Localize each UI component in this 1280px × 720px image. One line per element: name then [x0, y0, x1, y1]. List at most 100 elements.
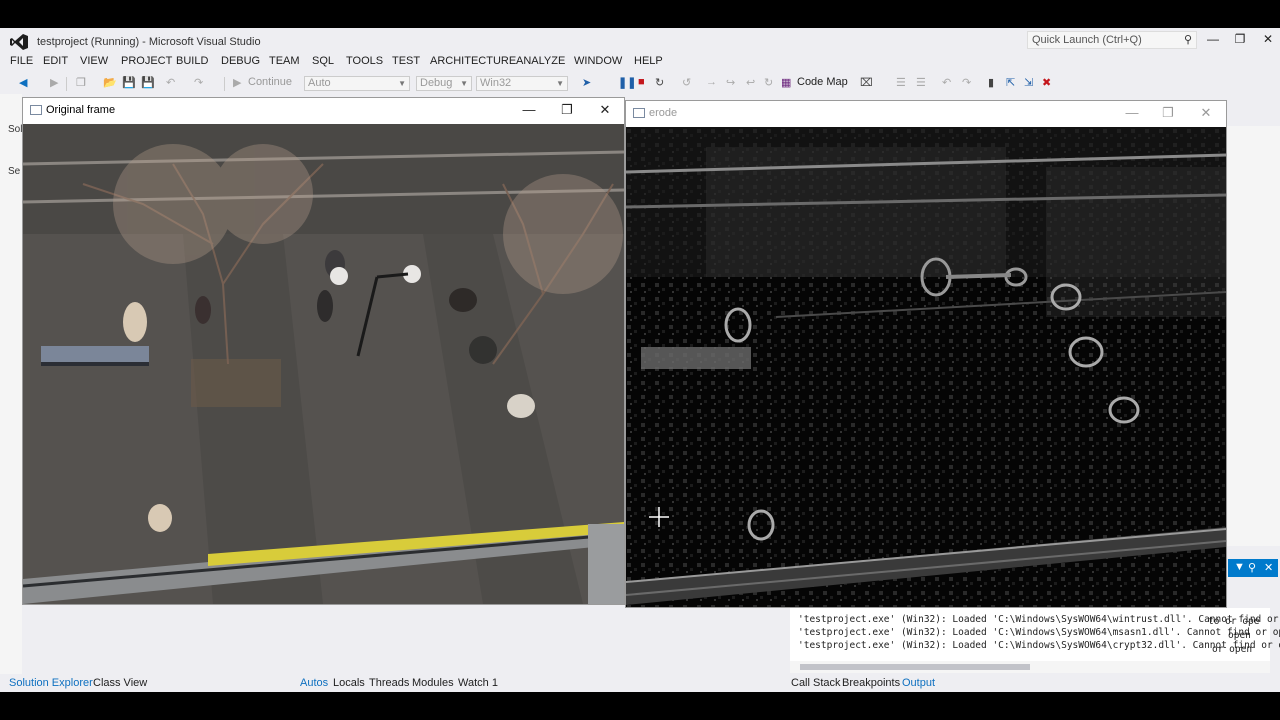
- forward-icon[interactable]: ▶: [50, 76, 58, 89]
- scrollbar-thumb[interactable]: [800, 664, 1030, 670]
- original-frame-image: [23, 124, 624, 604]
- menu-help[interactable]: HELP: [634, 55, 663, 67]
- erode-window[interactable]: erode — ❐ ✕: [625, 100, 1227, 608]
- menu-sql[interactable]: SQL: [312, 55, 334, 67]
- output-line: 'testproject.exe' (Win32): Loaded 'C:\Wi…: [798, 640, 1280, 651]
- comment-icon[interactable]: ↶: [942, 76, 951, 89]
- menu-architecture[interactable]: ARCHITECTURE: [430, 55, 516, 67]
- open-file-icon[interactable]: 📂: [103, 76, 117, 89]
- quick-launch-placeholder: Quick Launch (Ctrl+Q): [1032, 34, 1142, 46]
- maximize-button[interactable]: ❐: [557, 102, 577, 118]
- search-label-fragment: Se: [8, 166, 21, 177]
- code-map-icon[interactable]: ▦: [781, 76, 791, 89]
- menu-project[interactable]: PROJECT: [121, 55, 172, 67]
- original-frame-title: Original frame: [46, 104, 116, 116]
- window-app-icon: [633, 108, 645, 118]
- chevron-down-icon: ▼: [556, 79, 564, 88]
- visual-studio-logo-icon: [10, 34, 28, 50]
- original-frame-titlebar[interactable]: Original frame — ❐ ✕: [23, 98, 624, 124]
- save-icon[interactable]: 💾: [122, 76, 136, 89]
- visual-studio-window: testproject (Running) - Microsoft Visual…: [0, 28, 1280, 692]
- output-text-area: 'testproject.exe' (Win32): Loaded 'C:\Wi…: [790, 607, 1280, 662]
- menu-debug[interactable]: DEBUG: [221, 55, 260, 67]
- hex-display-icon[interactable]: ⌧: [860, 76, 873, 89]
- erode-window-titlebar[interactable]: erode — ❐ ✕: [626, 101, 1226, 127]
- original-frame-image-content: [23, 124, 624, 604]
- build-config-value: Debug: [420, 77, 453, 89]
- close-button[interactable]: ✕: [1258, 32, 1278, 50]
- back-icon[interactable]: ◀: [19, 76, 27, 89]
- tab-modules[interactable]: Modules: [412, 677, 454, 689]
- menu-edit[interactable]: EDIT: [43, 55, 68, 67]
- close-panel-icon[interactable]: ✕: [1264, 561, 1273, 574]
- tab-locals[interactable]: Locals: [333, 677, 365, 689]
- tab-watch-1[interactable]: Watch 1: [458, 677, 498, 689]
- maximize-button[interactable]: ❐: [1158, 105, 1178, 121]
- menu-team[interactable]: TEAM: [269, 55, 300, 67]
- platform-combo[interactable]: Win32 ▼: [476, 76, 568, 91]
- uncomment-icon[interactable]: ↷: [962, 76, 971, 89]
- menu-tools[interactable]: TOOLS: [346, 55, 383, 67]
- indent-icon[interactable]: ☰: [916, 76, 926, 89]
- step-out-icon[interactable]: ↩: [746, 76, 755, 89]
- build-config-combo[interactable]: Debug ▼: [416, 76, 472, 91]
- undo-icon[interactable]: ↶: [166, 76, 175, 89]
- pause-icon[interactable]: ❚❚: [618, 76, 636, 89]
- tab-class-view[interactable]: Class View: [93, 677, 147, 689]
- menu-file[interactable]: FILE: [10, 55, 33, 67]
- tab-breakpoints[interactable]: Breakpoints: [842, 677, 900, 689]
- menu-analyze[interactable]: ANALYZE: [516, 55, 565, 67]
- tab-autos[interactable]: Autos: [300, 677, 328, 689]
- step-into-icon[interactable]: →: [706, 76, 717, 88]
- tab-threads[interactable]: Threads: [369, 677, 409, 689]
- redo-icon[interactable]: ↷: [194, 76, 203, 89]
- menu-view[interactable]: VIEW: [80, 55, 108, 67]
- new-project-icon[interactable]: ❐: [76, 76, 86, 89]
- pin-icon[interactable]: ⚲: [1248, 561, 1256, 574]
- align-icon[interactable]: ☰: [896, 76, 906, 89]
- save-all-icon[interactable]: 💾: [141, 76, 155, 89]
- chevron-down-icon: ▼: [460, 79, 468, 88]
- platform-value: Win32: [480, 77, 512, 89]
- menu-test[interactable]: TEST: [392, 55, 420, 67]
- standard-toolbar: ◀ ▶ ❐ 📂 💾 💾 ↶ ↷ ▶ Continue Auto ▼ Debug …: [0, 72, 1280, 94]
- menu-window[interactable]: WINDOW: [574, 55, 622, 67]
- clear-bookmarks-icon[interactable]: ✖: [1042, 76, 1051, 89]
- output-horizontal-scrollbar[interactable]: [790, 661, 1270, 673]
- toolbar-separator: [224, 77, 225, 91]
- minimize-button[interactable]: —: [1122, 105, 1142, 120]
- minimize-button[interactable]: —: [519, 102, 539, 117]
- next-bookmark-icon[interactable]: ⇲: [1024, 76, 1033, 89]
- title-bar: testproject (Running) - Microsoft Visual…: [0, 28, 1280, 56]
- toolbar-separator: [66, 77, 67, 91]
- attach-process-icon[interactable]: ➤: [582, 76, 591, 89]
- prev-bookmark-icon[interactable]: ⇱: [1006, 76, 1015, 89]
- erode-window-title: erode: [649, 107, 678, 119]
- left-dock-strip: Sol Se: [0, 94, 22, 674]
- search-icon: ⚲: [1183, 34, 1192, 46]
- solution-explorer-label-fragment: Sol: [8, 124, 23, 135]
- solution-config-combo[interactable]: Auto ▼: [304, 76, 410, 91]
- original-frame-window[interactable]: Original frame — ❐ ✕: [22, 97, 625, 605]
- continue-icon[interactable]: ▶: [233, 76, 241, 89]
- restart-icon[interactable]: ↻: [655, 76, 664, 89]
- close-button[interactable]: ✕: [595, 102, 615, 118]
- erode-image: [626, 127, 1226, 607]
- step-over-icon[interactable]: ↪: [726, 76, 735, 89]
- tab-solution-explorer[interactable]: Solution Explorer: [9, 677, 93, 689]
- bookmark-icon[interactable]: ▮: [988, 76, 994, 89]
- stop-icon[interactable]: ■: [638, 76, 645, 88]
- tab-call-stack[interactable]: Call Stack: [791, 677, 841, 689]
- tab-output[interactable]: Output: [902, 677, 935, 689]
- code-map-button[interactable]: Code Map: [797, 76, 848, 88]
- chevron-down-icon[interactable]: ▼: [1234, 561, 1245, 573]
- quick-launch-input[interactable]: Quick Launch (Ctrl+Q) ⚲: [1027, 31, 1197, 49]
- menu-build[interactable]: BUILD: [176, 55, 208, 67]
- chevron-down-icon: ▼: [398, 79, 406, 88]
- refresh-icon[interactable]: ↻: [764, 76, 773, 89]
- continue-button[interactable]: Continue: [248, 76, 292, 88]
- minimize-button[interactable]: —: [1203, 32, 1223, 50]
- maximize-button[interactable]: ❐: [1230, 32, 1250, 50]
- close-button[interactable]: ✕: [1196, 105, 1216, 121]
- show-next-statement-icon[interactable]: ↺: [682, 76, 691, 89]
